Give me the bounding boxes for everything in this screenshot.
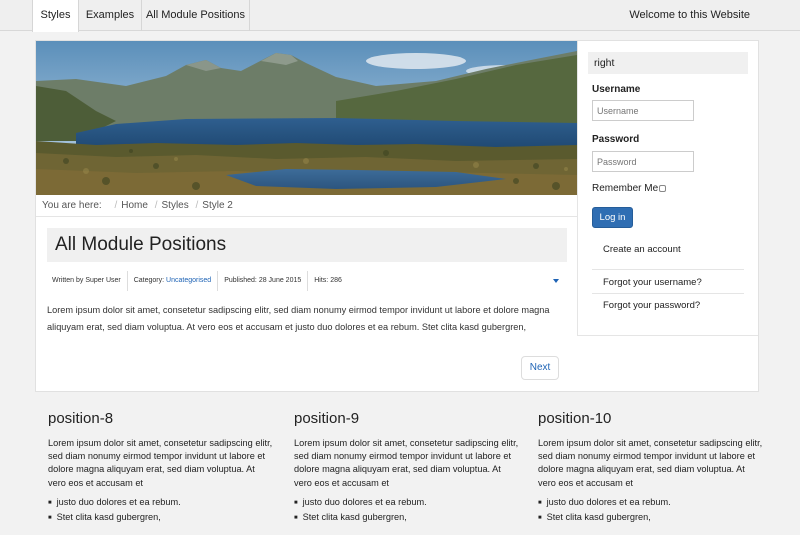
article-meta: Written by Super User Category: Uncategor… — [47, 271, 348, 291]
username-label: Username — [592, 84, 641, 95]
list-item: justo duo dolores et ea rebum. — [294, 496, 519, 511]
position-9-module: position-9 Lorem ipsum dolor sit amet, c… — [294, 408, 519, 526]
top-navigation: Styles Examples All Module Positions Wel… — [0, 0, 800, 32]
position-10-module: position-10 Lorem ipsum dolor sit amet, … — [538, 408, 763, 526]
breadcrumb-separator: / — [154, 200, 158, 211]
breadcrumb-separator: / — [195, 200, 199, 211]
module-title: position-10 — [538, 410, 612, 427]
list-item: Stet clita kasd gubergren, — [48, 511, 273, 526]
breadcrumb-separator: / — [114, 200, 118, 211]
banner-image — [36, 41, 577, 195]
module-list: justo duo dolores et ea rebum. Stet clit… — [48, 496, 273, 527]
password-input[interactable] — [592, 151, 694, 172]
module-title: position-9 — [294, 410, 360, 427]
welcome-message: Welcome to this Website — [629, 9, 750, 21]
tab-all-module-positions[interactable]: All Module Positions — [142, 0, 250, 31]
next-button[interactable]: Next — [521, 356, 559, 380]
module-list: justo duo dolores et ea rebum. Stet clit… — [294, 496, 519, 527]
list-item: justo duo dolores et ea rebum. — [538, 496, 763, 511]
list-item: justo duo dolores et ea rebum. — [48, 496, 273, 511]
forgot-username-link[interactable]: Forgot your username? — [603, 277, 702, 288]
login-button[interactable]: Log in — [592, 207, 633, 228]
meta-author: Written by Super User — [52, 277, 121, 284]
breadcrumb-current: Style 2 — [202, 200, 233, 211]
meta-hits: Hits: 286 — [307, 271, 348, 291]
list-item: Stet clita kasd gubergren, — [294, 511, 519, 526]
password-label: Password — [592, 134, 640, 145]
create-account-link[interactable]: Create an account — [603, 244, 681, 255]
article-body: Lorem ipsum dolor sit amet, consetetur s… — [47, 305, 550, 332]
remember-me-checkbox[interactable] — [659, 184, 667, 192]
position-8-module: position-8 Lorem ipsum dolor sit amet, c… — [48, 408, 273, 526]
caret-down-icon[interactable] — [553, 279, 559, 283]
divider — [592, 269, 744, 270]
username-input[interactable] — [592, 100, 694, 121]
sidebar-heading: right — [588, 52, 748, 74]
module-title: position-8 — [48, 410, 114, 427]
forgot-password-link[interactable]: Forgot your password? — [603, 300, 700, 311]
list-item: Stet clita kasd gubergren, — [538, 511, 763, 526]
module-text: Lorem ipsum dolor sit amet, consetetur s… — [294, 438, 519, 488]
meta-category: Category: Uncategorised — [126, 271, 217, 291]
meta-published: Published: 28 June 2015 — [217, 271, 307, 291]
module-text: Lorem ipsum dolor sit amet, consetetur s… — [48, 438, 273, 488]
remember-me-label: Remember Me — [592, 183, 659, 194]
tab-styles[interactable]: Styles — [32, 0, 79, 32]
meta-category-link[interactable]: Uncategorised — [166, 277, 211, 284]
divider — [592, 293, 744, 294]
remember-me: Remember Me — [592, 183, 667, 194]
breadcrumb: You are here: / Home / Styles / Style 2 — [36, 195, 577, 217]
tab-examples[interactable]: Examples — [79, 0, 142, 31]
breadcrumb-styles[interactable]: Styles — [162, 200, 189, 211]
module-list: justo duo dolores et ea rebum. Stet clit… — [538, 496, 763, 527]
breadcrumb-home[interactable]: Home — [121, 200, 148, 211]
module-text: Lorem ipsum dolor sit amet, consetetur s… — [538, 438, 763, 488]
breadcrumb-prefix: You are here: — [42, 200, 102, 211]
meta-category-label: Category: — [133, 277, 165, 284]
article-title: All Module Positions — [47, 228, 567, 262]
